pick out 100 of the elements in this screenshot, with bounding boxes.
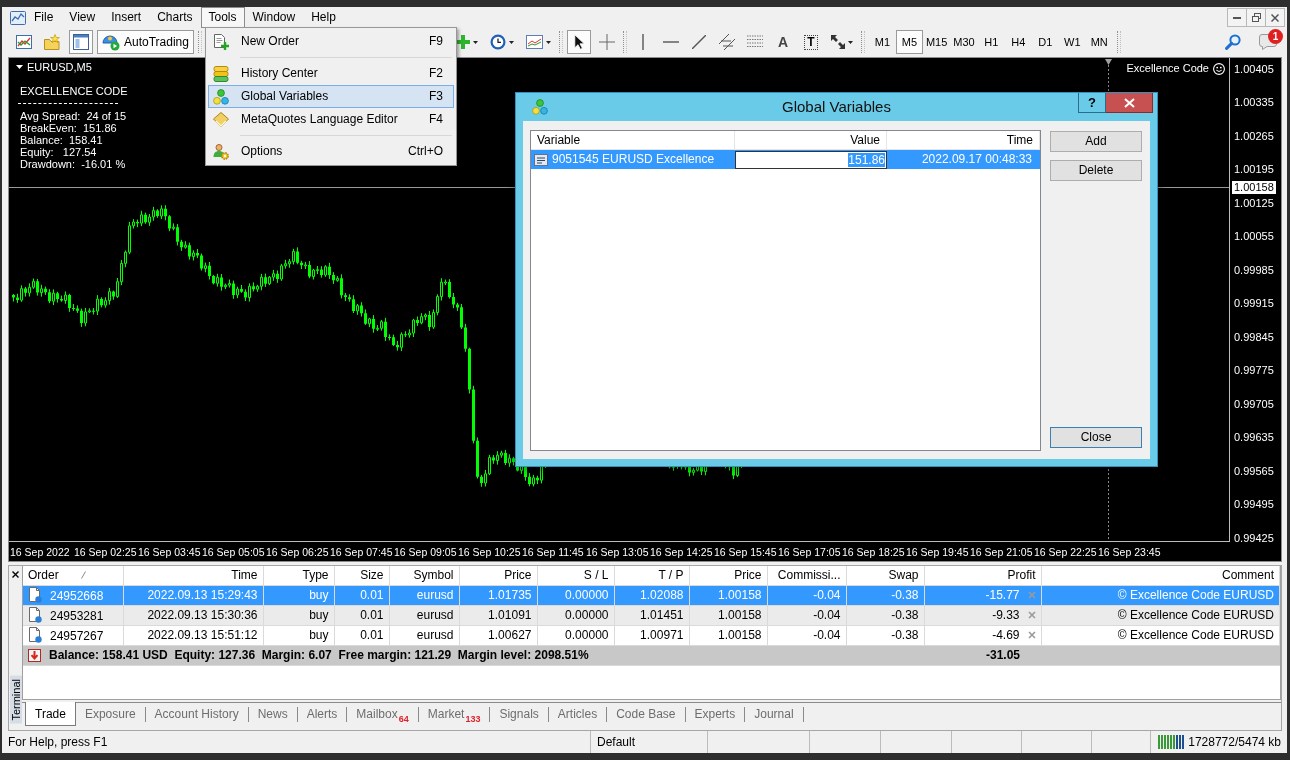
arrows-icon[interactable] xyxy=(830,35,845,49)
menu-bar-item[interactable]: Charts xyxy=(149,7,201,28)
column-header[interactable]: Type xyxy=(263,566,334,585)
circles-icon[interactable] xyxy=(213,88,229,105)
timeframe-button[interactable]: MN xyxy=(1085,30,1113,54)
column-header[interactable]: Swap xyxy=(846,566,924,585)
time-label: 16 Sep 21:05 xyxy=(970,544,1034,559)
timeframe-button[interactable]: M5 xyxy=(895,30,923,54)
autotrading-button[interactable]: AutoTrading xyxy=(97,30,194,54)
column-header[interactable]: Comment xyxy=(1041,566,1280,585)
tab[interactable]: Alerts xyxy=(297,703,347,725)
tab[interactable]: News xyxy=(248,703,297,725)
column-header[interactable]: Commissi... xyxy=(767,566,846,585)
toolbar-button[interactable]: A xyxy=(770,30,795,54)
column-header[interactable]: T / P xyxy=(614,566,689,585)
indicator-line: Avg Spread: 24 of 15 xyxy=(20,110,128,122)
column-header[interactable]: Time xyxy=(123,566,263,585)
tab[interactable]: Journal xyxy=(745,703,803,725)
tab[interactable]: Articles xyxy=(548,703,607,725)
document-plus-icon[interactable] xyxy=(213,33,229,50)
timeframe-button[interactable]: M15 xyxy=(922,30,951,54)
menu-bar-item[interactable]: File xyxy=(26,7,62,28)
document-icon xyxy=(534,153,548,166)
dotted-lines-icon[interactable] xyxy=(746,35,763,49)
profit-value: -4.69 xyxy=(992,627,1020,643)
trend-line-icon[interactable] xyxy=(691,35,706,49)
timeframe-button[interactable]: M30 xyxy=(950,30,978,54)
close-button[interactable] xyxy=(1265,8,1285,27)
restore-button[interactable] xyxy=(1246,8,1266,27)
status-text: For Help, press F1 xyxy=(8,734,108,750)
tab[interactable]: Code Base xyxy=(607,703,685,725)
close-icon[interactable] xyxy=(1271,13,1279,22)
table-cell: buy xyxy=(263,605,334,625)
column-header[interactable]: Symbol xyxy=(389,566,459,585)
dialog-title: Global Variables xyxy=(782,97,891,117)
dialog-button[interactable]: Close xyxy=(1050,427,1142,448)
restore-icon[interactable] xyxy=(1251,13,1261,22)
database-icon[interactable] xyxy=(213,65,229,82)
timeframe-button[interactable]: W1 xyxy=(1058,30,1086,54)
dialog-button[interactable]: Add xyxy=(1050,131,1142,152)
tab[interactable]: Trade xyxy=(25,702,76,726)
table-cell: 1.02088 xyxy=(614,585,689,605)
close-button[interactable] xyxy=(1106,93,1153,113)
sort-icon[interactable] xyxy=(80,570,86,579)
menu-bar-item[interactable]: Tools xyxy=(200,7,245,28)
column-header[interactable]: Profit xyxy=(924,566,1041,585)
tab[interactable]: Experts xyxy=(685,703,745,725)
price-label: 1.00195 xyxy=(1234,163,1274,176)
table-cell: 1.00158 xyxy=(689,585,767,605)
tab[interactable]: Exposure xyxy=(75,703,145,725)
tab[interactable]: Market$_{133}$ xyxy=(418,703,490,730)
chart-window-icon[interactable] xyxy=(10,9,26,26)
menu-item[interactable]: MetaQuotes Language Editor F4 xyxy=(208,108,454,131)
triangle-icon[interactable] xyxy=(1105,59,1112,65)
tab[interactable]: Mailbox$_{64}$ xyxy=(347,703,418,730)
diamond-icon[interactable] xyxy=(213,111,229,128)
toolbar-button[interactable] xyxy=(566,30,591,54)
caret-icon[interactable] xyxy=(847,40,853,44)
play-icon[interactable] xyxy=(102,33,120,51)
vertical-line-icon[interactable] xyxy=(641,34,644,50)
menu-item[interactable]: Global Variables F3 xyxy=(208,85,454,108)
caret-icon[interactable] xyxy=(508,40,514,44)
column-header[interactable]: Price xyxy=(459,566,537,585)
minimize-button[interactable] xyxy=(1227,8,1247,27)
menu-bar-item[interactable]: Help xyxy=(303,7,344,28)
table-cell: 1.01735 xyxy=(459,585,537,605)
timeframe-button[interactable]: H1 xyxy=(977,30,1005,54)
help-button[interactable]: ? xyxy=(1078,93,1106,113)
clock-icon[interactable] xyxy=(489,34,506,50)
order-row[interactable]: 24953281 2022.09.13 15:30:36 buy 0.01 eurusd 1.01091 0.00000 1.01451 1.00158 -0.04 -0.38 -9.33 © Excellence Code EURUSD xyxy=(23,605,1280,625)
order-row[interactable]: 24957267 2022.09.13 15:51:12 buy 0.01 eurusd 1.00627 0.00000 1.00971 1.00158 -0.04 -0.38 -4.69 © Excellence Code EURUSD xyxy=(23,625,1280,645)
cursor-icon[interactable] xyxy=(573,34,584,50)
menu-item[interactable]: History Center F2 xyxy=(208,62,454,85)
column-header[interactable]: Order xyxy=(23,566,123,585)
timeframe-button[interactable]: H4 xyxy=(1004,30,1032,54)
tab[interactable]: Signals xyxy=(490,703,548,725)
menu-item[interactable]: New Order F9 xyxy=(208,30,454,53)
table-cell: buy xyxy=(263,625,334,645)
menu-bar-item[interactable]: View xyxy=(61,7,104,28)
timeframe-button[interactable]: M1 xyxy=(868,30,896,54)
timeframe-button[interactable]: D1 xyxy=(1031,30,1059,54)
horizontal-line-icon[interactable] xyxy=(662,41,679,43)
menu-bar-item[interactable]: Insert xyxy=(103,7,150,28)
tab[interactable]: Account History xyxy=(145,703,248,725)
line-chart-icon[interactable] xyxy=(525,35,543,49)
user-gear-icon[interactable] xyxy=(213,143,229,160)
menu-item[interactable]: Options Ctrl+O xyxy=(208,140,454,163)
notifications-button[interactable]: 1 xyxy=(1253,30,1283,54)
column-header[interactable]: Price xyxy=(689,566,767,585)
caret-icon[interactable] xyxy=(472,40,478,44)
minimize-icon[interactable] xyxy=(1233,16,1241,19)
menu-bar-item[interactable]: Window xyxy=(244,7,304,28)
caret-icon[interactable] xyxy=(545,40,551,44)
column-header[interactable]: Size xyxy=(334,566,389,585)
plus-icon[interactable] xyxy=(455,35,470,49)
chart-icon[interactable] xyxy=(16,35,32,49)
dialog-button[interactable]: Delete xyxy=(1050,160,1142,181)
caret-icon[interactable] xyxy=(16,65,23,69)
toolbar-button[interactable]: T xyxy=(798,30,823,54)
column-header[interactable]: S / L xyxy=(537,566,614,585)
